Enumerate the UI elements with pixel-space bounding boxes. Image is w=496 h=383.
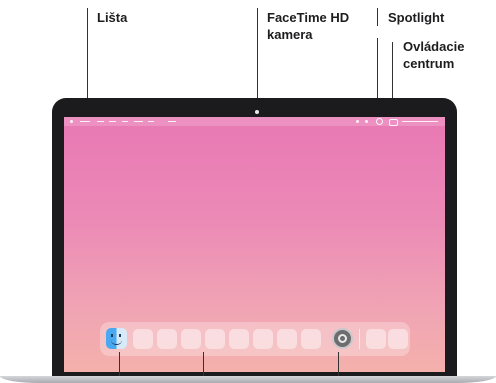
gear-icon[interactable] <box>332 328 353 349</box>
gear-inner <box>338 334 347 343</box>
menu-bar[interactable] <box>64 117 445 126</box>
finder-smile <box>111 340 122 345</box>
dock-app-icon[interactable] <box>229 329 249 349</box>
dock-separator <box>359 329 360 349</box>
menu-item[interactable] <box>148 121 154 122</box>
dock-app-icon[interactable] <box>253 329 273 349</box>
menu-item[interactable] <box>109 121 116 122</box>
dock-app-icon[interactable] <box>181 329 201 349</box>
clock[interactable] <box>402 121 438 122</box>
apple-menu-icon[interactable] <box>70 120 73 123</box>
desktop-screen <box>64 117 445 372</box>
control-center-label-line2: centrum <box>403 56 455 71</box>
search-icon[interactable] <box>376 118 383 125</box>
dock-app-icon[interactable] <box>388 329 408 349</box>
menu-item[interactable] <box>134 121 143 122</box>
dock-app-icon[interactable] <box>277 329 297 349</box>
dock-app-icon[interactable] <box>157 329 177 349</box>
laptop-base <box>0 376 496 383</box>
control-center-icon[interactable] <box>389 119 398 126</box>
dock <box>100 322 410 356</box>
control-center-label-line1: Ovládacie <box>403 39 465 54</box>
menu-bar-label: Lišta <box>97 10 128 25</box>
status-icon[interactable] <box>356 120 359 123</box>
menu-item[interactable] <box>80 121 90 122</box>
spotlight-label: Spotlight <box>388 10 445 25</box>
menu-item[interactable] <box>168 121 176 122</box>
dock-app-icon[interactable] <box>205 329 225 349</box>
spotlight-divider <box>377 8 378 26</box>
camera-label-line1: FaceTime HD <box>267 10 350 25</box>
menu-item[interactable] <box>122 121 128 122</box>
dock-app-icon[interactable] <box>366 329 386 349</box>
camera-dot-icon <box>255 110 259 114</box>
status-icon[interactable] <box>365 120 368 123</box>
dock-app-icon[interactable] <box>133 329 153 349</box>
camera-label-line2: kamera <box>267 27 313 42</box>
menu-item[interactable] <box>97 121 104 122</box>
finder-icon[interactable] <box>106 328 127 349</box>
dock-app-icon[interactable] <box>301 329 321 349</box>
camera-leader <box>257 8 258 108</box>
